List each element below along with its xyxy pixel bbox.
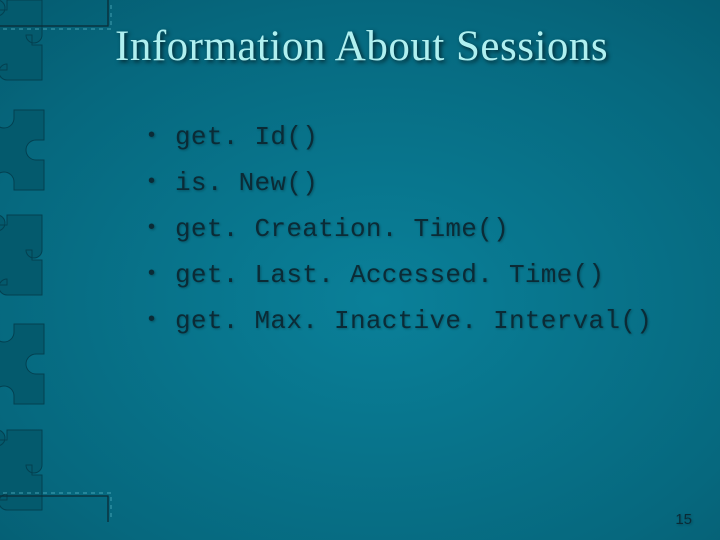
bullet-list: • get. Id() • is. New() • get. Creation. Ti… (148, 122, 652, 352)
list-item: • get. Last. Accessed. Time() (148, 260, 652, 290)
page-number: 15 (675, 511, 692, 528)
list-item-text: get. Max. Inactive. Interval() (175, 306, 652, 336)
list-item: • is. New() (148, 168, 652, 198)
bullet-icon: • (148, 122, 155, 148)
bullet-icon: • (148, 168, 155, 194)
list-item: • get. Max. Inactive. Interval() (148, 306, 652, 336)
list-item-text: get. Last. Accessed. Time() (175, 260, 604, 290)
slide-title: Information About Sessions (115, 22, 608, 71)
list-item: • get. Creation. Time() (148, 214, 652, 244)
list-item: • get. Id() (148, 122, 652, 152)
puzzle-decoration (0, 98, 52, 198)
puzzle-decoration (0, 312, 52, 412)
bullet-icon: • (148, 306, 155, 332)
list-item-text: get. Id() (175, 122, 318, 152)
bullet-icon: • (148, 214, 155, 240)
list-item-text: get. Creation. Time() (175, 214, 509, 244)
puzzle-decoration (0, 205, 52, 305)
puzzle-decoration (0, 0, 52, 90)
list-item-text: is. New() (175, 168, 318, 198)
puzzle-decoration (0, 420, 52, 520)
bullet-icon: • (148, 260, 155, 286)
